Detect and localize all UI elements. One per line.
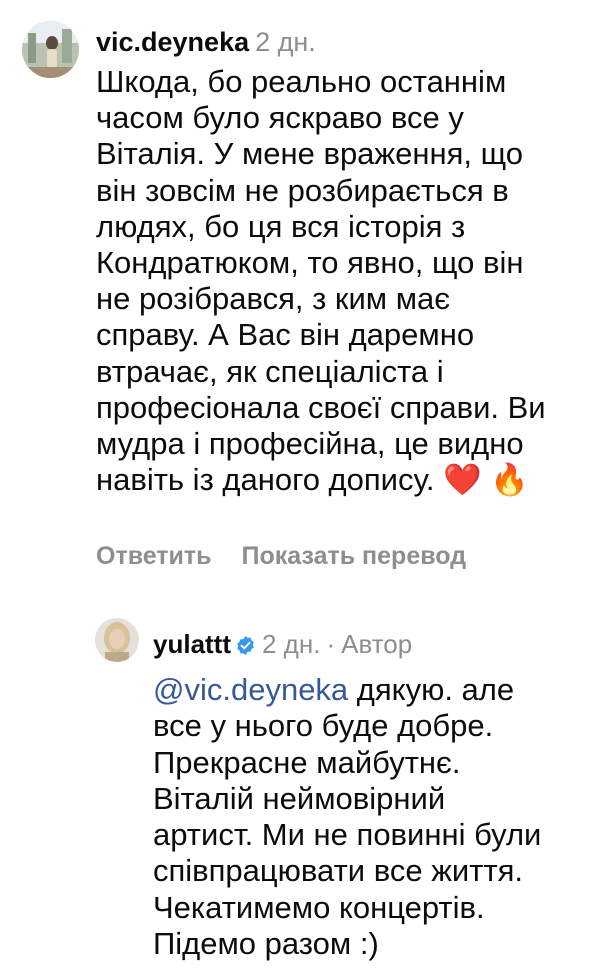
reply-line: Підемо разом :) bbox=[153, 926, 379, 962]
commenter-username[interactable]: vic.deyneka bbox=[96, 27, 249, 57]
reply-header: yulattt 2 дн. · Автор bbox=[153, 628, 412, 660]
reply-button[interactable]: Ответить bbox=[96, 542, 212, 570]
comment-line: Шкода, бо реально останнім bbox=[96, 64, 507, 99]
reply-line: артист. Ми не повинні були bbox=[153, 817, 542, 853]
reply-line: співпрацювати все життя. bbox=[153, 853, 524, 889]
commenter-avatar[interactable] bbox=[22, 21, 79, 78]
mention-link[interactable]: @vic.deyneka bbox=[153, 672, 348, 707]
avatar-photo bbox=[22, 21, 79, 78]
reply-line: дякую. але bbox=[348, 672, 515, 707]
reply-first-line: @vic.deyneka дякую. але bbox=[153, 672, 593, 708]
reply-line: Прекрасне майбутнє. bbox=[153, 744, 461, 780]
comment-time: 2 дн. bbox=[255, 27, 316, 57]
comment-line: не розібрався, з ким має bbox=[96, 281, 451, 317]
comment-line: часом було яскраво все у bbox=[96, 100, 464, 136]
separator-dot: · bbox=[326, 629, 336, 659]
comment-line: справу. А Вас він даремно bbox=[96, 317, 475, 353]
author-username[interactable]: yulattt bbox=[153, 629, 231, 659]
verified-badge-icon bbox=[237, 636, 254, 655]
comment-actions: Ответить Показать перевод bbox=[96, 540, 466, 572]
reply-line: все у нього буде добре. bbox=[153, 708, 494, 744]
comment-line: людях, бо ця вся історія з bbox=[96, 208, 466, 244]
comment-text: Шкода, бо реально останнім часом було яс… bbox=[96, 64, 596, 498]
author-avatar[interactable] bbox=[95, 618, 139, 662]
reply-time: 2 дн. bbox=[262, 629, 321, 659]
fire-emoji: 🔥 bbox=[490, 462, 529, 499]
comment-line: втрачає, як спеціаліста і bbox=[96, 353, 444, 389]
reply-line: Віталій неймовірний bbox=[153, 780, 446, 816]
comment-last-line: навіть із даного допису. ❤️ 🔥 bbox=[96, 462, 596, 498]
author-label: Автор bbox=[341, 629, 413, 659]
comment-line: він зовсім не розбирається в bbox=[96, 172, 509, 208]
comment-line: навіть із даного допису. bbox=[96, 462, 435, 498]
avatar-photo bbox=[95, 618, 139, 662]
comment-line: професіонала своєї справи. Ви bbox=[96, 389, 546, 425]
comment-line: Віталія. У мене враження, що bbox=[96, 136, 524, 172]
comment-line: Кондратюком, то явно, що він bbox=[96, 245, 524, 281]
comment-header: vic.deyneka 2 дн. bbox=[96, 26, 316, 58]
reply-text: @vic.deyneka дякую. але все у нього буде… bbox=[153, 672, 593, 962]
comment-line: мудра і професійна, це видно bbox=[96, 426, 524, 462]
reply-line: Чекатимемо концертів. bbox=[153, 889, 485, 925]
red-heart-emoji: ❤️ bbox=[443, 462, 482, 499]
show-translation-button[interactable]: Показать перевод bbox=[242, 542, 467, 570]
